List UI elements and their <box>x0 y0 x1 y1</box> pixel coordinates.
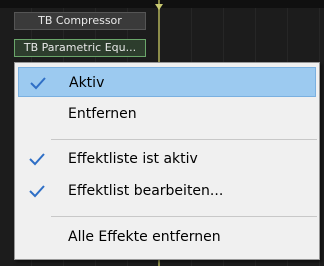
menu-item-alle-effekte-entfernen[interactable]: Alle Effekte entfernen <box>18 222 316 252</box>
menu-item-label: Aktiv <box>69 75 105 91</box>
menu-item-label: Entfernen <box>68 106 137 122</box>
check-icon <box>30 77 46 90</box>
playhead-marker[interactable] <box>155 4 163 10</box>
menu-item-label: Alle Effekte entfernen <box>68 229 221 245</box>
menu-item-effektliste-aktiv[interactable]: Effektliste ist aktiv <box>18 144 316 174</box>
menu-item-effektlist-bearbeiten[interactable]: Effektlist bearbeiten... <box>18 176 316 206</box>
menu-separator <box>51 139 317 140</box>
menu-item-aktiv[interactable]: Aktiv <box>18 67 316 97</box>
check-icon <box>29 153 45 166</box>
menu-item-label: Effektliste ist aktiv <box>68 151 198 167</box>
menu-separator <box>51 216 317 217</box>
context-menu: Aktiv Entfernen Effektliste ist aktiv Ef… <box>14 62 320 260</box>
plugin-slot-compressor[interactable]: TB Compressor <box>14 12 146 30</box>
check-icon <box>29 185 45 198</box>
menu-item-entfernen[interactable]: Entfernen <box>18 99 316 129</box>
menu-item-label: Effektlist bearbeiten... <box>68 183 224 199</box>
plugin-slot-parametric-eq[interactable]: TB Parametric Equ... <box>14 39 146 57</box>
